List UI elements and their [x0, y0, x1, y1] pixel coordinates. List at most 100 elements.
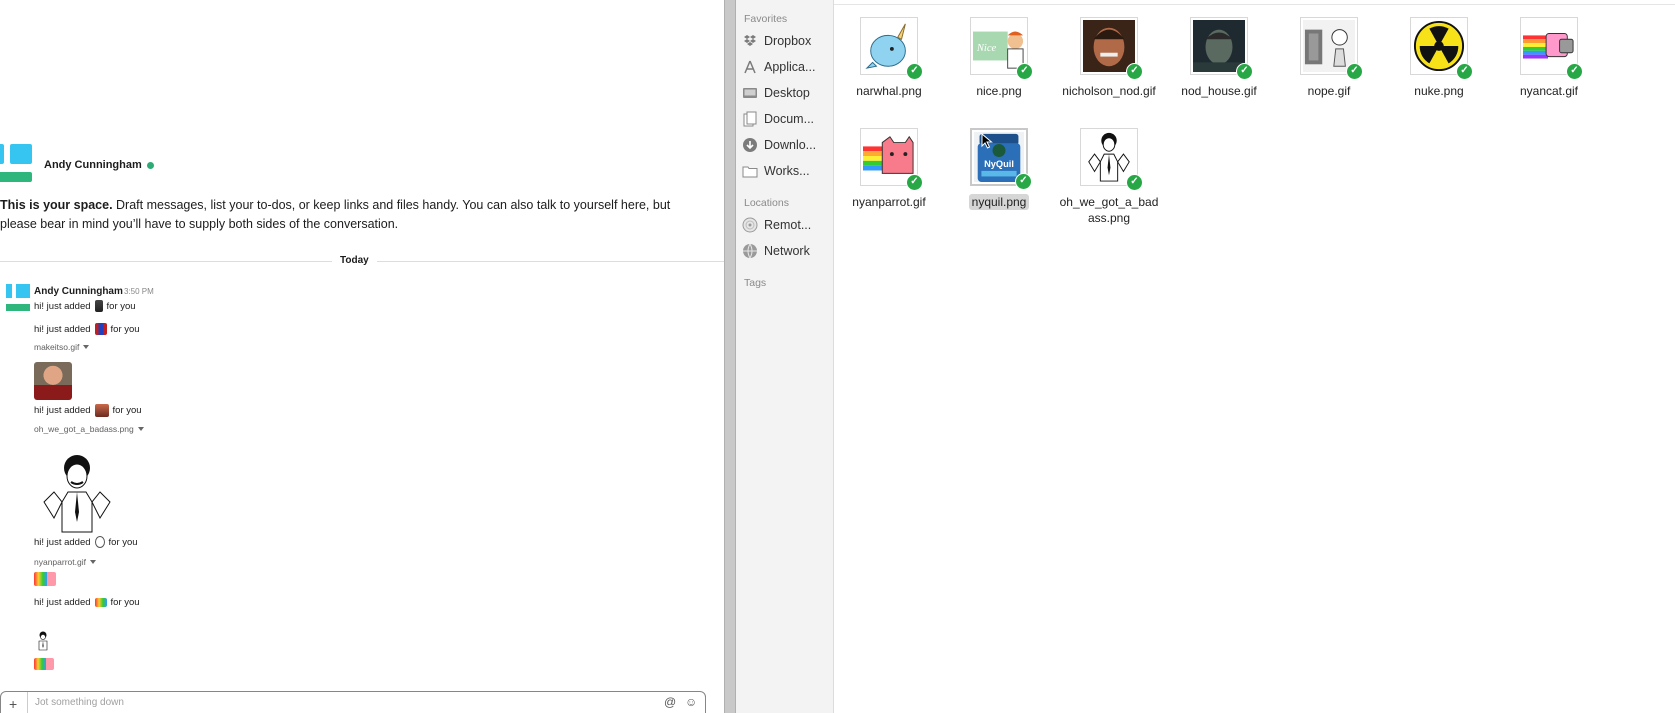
- file-thumbnail[interactable]: ✓: [1080, 128, 1143, 191]
- file-name[interactable]: narwhal.png: [853, 83, 924, 99]
- file-thumbnail[interactable]: ✓: [1410, 17, 1473, 80]
- desktop-icon: [742, 85, 758, 101]
- file-thumbnail[interactable]: ✓: [1520, 17, 1583, 80]
- file-name[interactable]: nuke.png: [1411, 83, 1466, 99]
- file-thumbnail[interactable]: ✓: [860, 128, 923, 191]
- dropbox-icon: [742, 33, 758, 49]
- message-line-prefix: hi! just added: [34, 300, 91, 312]
- window-split-handle[interactable]: [724, 0, 736, 713]
- message-line-suffix: for you: [106, 300, 136, 312]
- sidebar-item-network[interactable]: Network: [742, 243, 832, 259]
- sidebar-item-dropbox[interactable]: Dropbox: [742, 33, 832, 49]
- file-name[interactable]: nice.png: [973, 83, 1024, 99]
- sidebar-heading-locations: Locations: [744, 197, 789, 209]
- sidebar-item-label: Downlo...: [764, 138, 817, 152]
- avatar-block: [0, 172, 32, 182]
- inline-emoji-nyanparrot[interactable]: [34, 658, 54, 670]
- sync-check-icon: ✓: [1126, 63, 1143, 80]
- message-sender[interactable]: Andy Cunningham: [34, 286, 123, 297]
- file-attachment-label[interactable]: oh_we_got_a_badass.png: [34, 424, 144, 434]
- file-name[interactable]: makeitso.gif: [34, 342, 79, 352]
- file-thumbnail[interactable]: NyQuil ✓: [970, 128, 1032, 190]
- message-line-prefix: hi! just added: [34, 323, 91, 335]
- message-timestamp[interactable]: 3:50 PM: [124, 287, 154, 296]
- sidebar-item-label: Applica...: [764, 60, 816, 74]
- custom-emoji-icon[interactable]: [94, 404, 109, 417]
- file-name[interactable]: nod_house.gif: [1178, 83, 1259, 99]
- file-name[interactable]: oh_we_got_a_bad ass.png: [1057, 194, 1162, 226]
- network-icon: [742, 243, 758, 259]
- presence-dot-icon: [146, 161, 154, 169]
- day-divider-label[interactable]: Today: [332, 255, 377, 266]
- message-avatar[interactable]: [2, 284, 30, 312]
- file-item-narwhal[interactable]: ✓ narwhal.png: [834, 17, 944, 100]
- sidebar-item-applications[interactable]: Applica...: [742, 59, 832, 75]
- file-name[interactable]: nyanparrot.gif: [849, 194, 928, 210]
- sidebar-heading-tags: Tags: [744, 277, 767, 289]
- sync-check-icon: ✓: [1016, 63, 1033, 80]
- finder-file-grid: ✓ narwhal.png Nice ✓ nice.png ✓ nicholso…: [834, 0, 1675, 713]
- file-item-nyquil[interactable]: NyQuil ✓ nyquil.png: [944, 128, 1054, 211]
- sidebar-item-desktop[interactable]: Desktop: [742, 85, 832, 101]
- message-line-prefix: hi! just added: [34, 536, 91, 548]
- intro-user-name-text[interactable]: Andy Cunningham: [44, 159, 142, 171]
- file-item-nope[interactable]: ✓ nope.gif: [1274, 17, 1384, 100]
- file-attachment-label[interactable]: makeitso.gif: [34, 342, 90, 352]
- message-line: hi! just added for you: [34, 300, 136, 312]
- file-name[interactable]: nyquil.png: [968, 194, 1030, 210]
- avatar-block: [6, 304, 30, 311]
- avatar-block: [16, 284, 30, 298]
- file-item-nyancat[interactable]: ✓ nyancat.gif: [1494, 17, 1604, 100]
- sidebar-item-label: Remot...: [764, 218, 812, 232]
- file-item-nicholson-nod[interactable]: ✓ nicholson_nod.gif: [1054, 17, 1164, 100]
- file-item-nod-house[interactable]: ✓ nod_house.gif: [1164, 17, 1274, 100]
- file-thumbnail[interactable]: Nice ✓: [970, 17, 1033, 80]
- message-line: hi! just added for you: [34, 597, 140, 608]
- file-thumbnail[interactable]: ✓: [1300, 17, 1363, 80]
- attachment-image-nyanparrot[interactable]: [34, 572, 56, 586]
- custom-emoji-icon[interactable]: [94, 323, 107, 335]
- sidebar-item-works[interactable]: Works...: [742, 163, 832, 179]
- file-item-nyanparrot[interactable]: ✓ nyanparrot.gif: [834, 128, 944, 211]
- sidebar-item-label: Docum...: [764, 112, 815, 126]
- sidebar-item-remote-disc[interactable]: Remot...: [742, 217, 832, 233]
- emoji-icon[interactable]: ☺: [685, 695, 697, 709]
- remote-disc-icon: [742, 217, 758, 233]
- file-attachment-label[interactable]: nyanparrot.gif: [34, 557, 96, 567]
- mention-icon[interactable]: @: [664, 695, 676, 709]
- file-thumbnail[interactable]: ✓: [860, 17, 923, 80]
- file-name[interactable]: nyancat.gif: [1517, 83, 1581, 99]
- custom-emoji-icon[interactable]: [94, 536, 105, 548]
- add-attachment-button[interactable]: +: [9, 696, 17, 712]
- file-item-nuke[interactable]: ✓ nuke.png: [1384, 17, 1494, 100]
- intro-avatar[interactable]: [0, 144, 36, 184]
- message-line-prefix: hi! just added: [34, 597, 91, 608]
- file-item-nice[interactable]: Nice ✓ nice.png: [944, 17, 1054, 100]
- applications-icon: [742, 59, 758, 75]
- caret-down-icon[interactable]: [83, 345, 90, 349]
- custom-emoji-icon[interactable]: [94, 598, 107, 607]
- file-name[interactable]: nyanparrot.gif: [34, 557, 86, 567]
- avatar-block: [6, 284, 12, 298]
- custom-emoji-icon[interactable]: [94, 300, 103, 312]
- file-name[interactable]: nope.gif: [1305, 83, 1354, 99]
- intro-user-name[interactable]: Andy Cunningham: [44, 159, 154, 171]
- message-input[interactable]: [35, 697, 615, 708]
- caret-down-icon[interactable]: [89, 560, 96, 564]
- attachment-image-badass[interactable]: [34, 452, 120, 538]
- inline-emoji-badass[interactable]: [36, 631, 50, 651]
- attachment-image-picard[interactable]: [34, 362, 72, 400]
- avatar-block: [0, 144, 4, 164]
- caret-down-icon[interactable]: [137, 427, 144, 431]
- file-thumbnail[interactable]: ✓: [1080, 17, 1143, 80]
- file-name[interactable]: oh_we_got_a_badass.png: [34, 424, 134, 434]
- sidebar-heading-favorites: Favorites: [744, 13, 788, 25]
- file-thumbnail[interactable]: ✓: [1190, 17, 1253, 80]
- toolbar-divider: [834, 4, 1675, 5]
- message-composer[interactable]: + @ ☺: [0, 691, 706, 713]
- sidebar-item-documents[interactable]: Docum...: [742, 111, 832, 127]
- slack-pane: Andy Cunningham This is your space. Draf…: [0, 0, 724, 713]
- file-name[interactable]: nicholson_nod.gif: [1059, 83, 1158, 99]
- sidebar-item-downloads[interactable]: Downlo...: [742, 137, 832, 153]
- file-item-oh-we-got-a-badass[interactable]: ✓ oh_we_got_a_bad ass.png: [1054, 128, 1164, 227]
